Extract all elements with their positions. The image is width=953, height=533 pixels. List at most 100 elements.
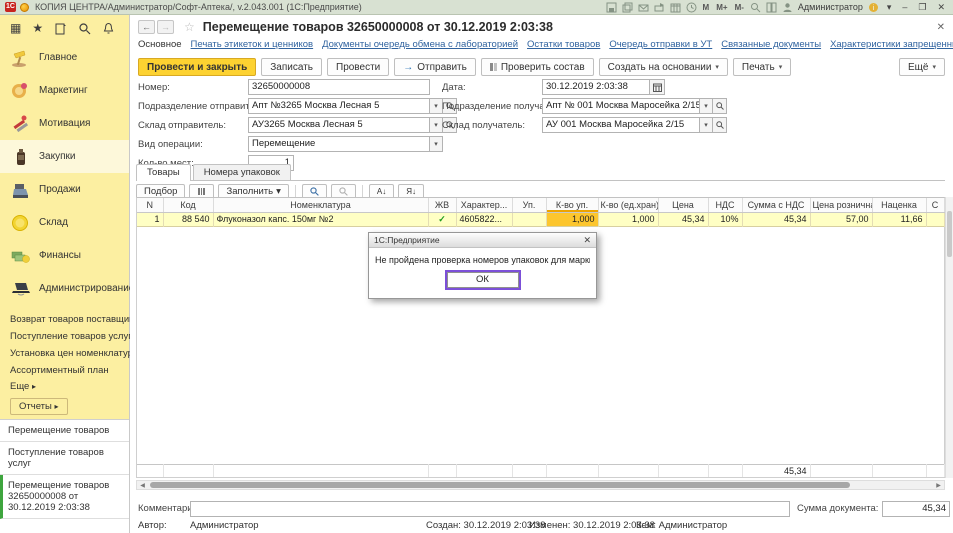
- chevron-down-icon[interactable]: ▾: [884, 2, 895, 13]
- more-actions-button[interactable]: Ещё▾: [899, 58, 945, 76]
- col-cena-roznichnaya[interactable]: Цена розничная: [810, 198, 872, 212]
- col-kvo-up[interactable]: К-во уп.: [546, 198, 598, 212]
- minimize-button[interactable]: –: [899, 2, 910, 12]
- tab-nomera-upakovok[interactable]: Номера упаковок: [193, 164, 291, 181]
- current-user-label[interactable]: Администратор: [798, 2, 863, 12]
- scroll-right-icon[interactable]: ▶: [933, 482, 944, 489]
- command-postuplenie-tovarov[interactable]: Поступление товаров услуг: [0, 328, 129, 345]
- close-document-icon[interactable]: ✕: [937, 22, 945, 33]
- favorites-star-icon[interactable]: ★: [32, 22, 43, 35]
- command-vozvrat-postavschiku[interactable]: Возврат товаров поставщику: [0, 311, 129, 328]
- open-window-item-active[interactable]: Перемещение товаров 32650000008 от 30.12…: [0, 475, 129, 519]
- forward-button[interactable]: →: [157, 20, 174, 34]
- check-composition-button[interactable]: Проверить состав: [481, 58, 594, 76]
- clock-icon[interactable]: [686, 2, 697, 13]
- save-icon[interactable]: [606, 2, 617, 13]
- vertical-scrollbar[interactable]: [945, 197, 953, 478]
- operation-type-dropdown-icon[interactable]: ▾: [430, 136, 443, 152]
- receiver-warehouse-lookup-icon[interactable]: [713, 117, 727, 133]
- tab-tovary[interactable]: Товары: [136, 164, 191, 181]
- open-window-item[interactable]: Поступление товаров услуг: [0, 442, 129, 475]
- sender-division-field[interactable]: Апт №3265 Москва Лесная 5: [248, 98, 430, 114]
- search-icon[interactable]: [78, 22, 91, 35]
- col-kvo-ed[interactable]: К-во (ед.хран): [598, 198, 658, 212]
- history-icon[interactable]: [54, 22, 67, 35]
- col-cena[interactable]: Цена: [658, 198, 708, 212]
- nav-tab-svyazannye[interactable]: Связанные документы: [721, 39, 821, 54]
- sidebar-item-zakupki[interactable]: Закупки: [0, 140, 129, 173]
- receiver-warehouse-field[interactable]: АУ 001 Москва Маросейка 2/15: [542, 117, 700, 133]
- horizontal-scrollbar-thumb[interactable]: [150, 482, 850, 488]
- col-up[interactable]: Уп.: [512, 198, 546, 212]
- sidebar-item-prodazhi[interactable]: Продажи: [0, 173, 129, 206]
- write-button[interactable]: Записать: [261, 58, 322, 76]
- memory-plus-button[interactable]: M+: [715, 3, 728, 12]
- col-nacenka[interactable]: Наценка: [872, 198, 926, 212]
- reports-button[interactable]: Отчеты ▸: [10, 398, 68, 415]
- create-based-on-button[interactable]: Создать на основании▾: [599, 58, 728, 76]
- open-window-item[interactable]: Перемещение товаров: [0, 420, 129, 442]
- date-calendar-icon[interactable]: [650, 79, 665, 95]
- notifications-bell-icon[interactable]: [102, 22, 115, 35]
- scroll-left-icon[interactable]: ◀: [137, 482, 148, 489]
- menu-grid-icon[interactable]: ▦: [10, 22, 21, 35]
- cell-up[interactable]: [512, 212, 546, 226]
- sidebar-item-motivacia[interactable]: Мотивация: [0, 107, 129, 140]
- info-icon[interactable]: i: [868, 2, 879, 13]
- sidebar-item-finansy[interactable]: Финансы: [0, 239, 129, 272]
- sidebar-item-marketing[interactable]: Маркетинг: [0, 74, 129, 107]
- split-view-icon[interactable]: [766, 2, 777, 13]
- copy-icon[interactable]: [622, 2, 633, 13]
- col-nomenklatura[interactable]: Номенклатура: [213, 198, 428, 212]
- cell-n[interactable]: 1: [137, 212, 163, 226]
- mail-out-icon[interactable]: [654, 2, 665, 13]
- memory-button[interactable]: M: [702, 3, 711, 12]
- table-row[interactable]: 1 88 540 Флуконазол капс. 150мг №2 ✓ 460…: [137, 212, 944, 226]
- cell-harakteristika[interactable]: 4605822...: [456, 212, 512, 226]
- receiver-division-field[interactable]: Апт № 001 Москва Маросейка 2/15: [542, 98, 700, 114]
- print-button[interactable]: Печать▾: [733, 58, 791, 76]
- cell-zhv-check-icon[interactable]: ✓: [428, 212, 456, 226]
- post-and-close-button[interactable]: Провести и закрыть: [138, 58, 256, 76]
- sidebar-item-glavnoe[interactable]: Главное: [0, 41, 129, 74]
- nav-tab-dokumenty-ochered[interactable]: Документы очередь обмена с лабораторией: [322, 39, 518, 54]
- nav-tab-osnovnoe[interactable]: Основное: [138, 39, 182, 54]
- col-n[interactable]: N: [137, 198, 163, 212]
- cell-cena[interactable]: 45,34: [658, 212, 708, 226]
- sidebar-item-sklad[interactable]: Склад: [0, 206, 129, 239]
- comment-field[interactable]: [190, 501, 790, 517]
- cell-summa-nds[interactable]: 45,34: [742, 212, 810, 226]
- cell-cena-roznichnaya[interactable]: 57,00: [810, 212, 872, 226]
- command-ustanovka-cen[interactable]: Установка цен номенклатуры: [0, 345, 129, 362]
- cell-nds[interactable]: 10%: [708, 212, 742, 226]
- calendar-icon[interactable]: [670, 2, 681, 13]
- col-zhv[interactable]: ЖВ: [428, 198, 456, 212]
- post-button[interactable]: Провести: [327, 58, 389, 76]
- col-clipped[interactable]: С: [926, 198, 944, 212]
- col-kod[interactable]: Код: [163, 198, 213, 212]
- cell-kvo-ed[interactable]: 1,000: [598, 212, 658, 226]
- operation-type-field[interactable]: Перемещение: [248, 136, 430, 152]
- cell-kvo-up-selected[interactable]: 1,000: [546, 212, 598, 226]
- col-summa-nds[interactable]: Сумма с НДС: [742, 198, 810, 212]
- dialog-ok-button[interactable]: ОК: [447, 272, 519, 288]
- cell-nomenklatura[interactable]: Флуконазол капс. 150мг №2: [213, 212, 428, 226]
- favorite-star-icon[interactable]: ☆: [184, 20, 195, 34]
- receiver-division-lookup-icon[interactable]: [713, 98, 727, 114]
- dialog-close-icon[interactable]: ✕: [583, 235, 591, 246]
- vertical-scrollbar-thumb[interactable]: [947, 211, 952, 257]
- cell-nacenka[interactable]: 11,66: [872, 212, 926, 226]
- restore-button[interactable]: ❐: [915, 2, 929, 13]
- commands-more-link[interactable]: Еще ▸: [0, 379, 129, 395]
- receiver-division-dropdown-icon[interactable]: ▾: [700, 98, 713, 114]
- nav-tab-harakteristiki[interactable]: Характеристики запрещенные к списанию: [830, 39, 953, 54]
- receiver-warehouse-dropdown-icon[interactable]: ▾: [700, 117, 713, 133]
- col-harakteristika[interactable]: Характер...: [456, 198, 512, 212]
- memory-minus-button[interactable]: M-: [734, 3, 745, 12]
- cell-kod[interactable]: 88 540: [163, 212, 213, 226]
- mail-in-icon[interactable]: [638, 2, 649, 13]
- command-assortimentny-plan[interactable]: Ассортиментный план: [0, 362, 129, 379]
- nav-tab-ostatki[interactable]: Остатки товаров: [527, 39, 600, 54]
- horizontal-scrollbar[interactable]: ◀ ▶: [136, 480, 945, 490]
- send-button[interactable]: →Отправить: [394, 58, 476, 76]
